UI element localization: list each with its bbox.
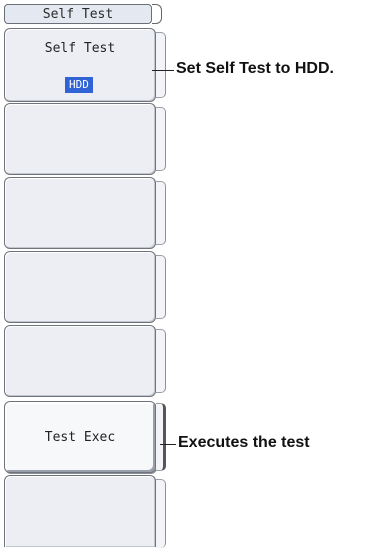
self-test-callout-line	[152, 70, 174, 71]
softkey-blank-7[interactable]	[4, 475, 156, 547]
softkey-blank-2[interactable]	[4, 103, 156, 175]
softkey-self-test-edge	[156, 32, 166, 98]
self-test-value-hdd: HDD	[65, 77, 93, 93]
softkey-blank-2-edge	[156, 107, 166, 171]
test-exec-button[interactable]: Test Exec	[4, 401, 156, 473]
self-test-callout: Set Self Test to HDD.	[176, 60, 334, 77]
test-exec-edge	[156, 403, 166, 471]
test-exec-callout: Executes the test	[178, 434, 310, 451]
softkey-blank-5[interactable]	[4, 325, 156, 397]
softkey-self-test[interactable]: Self Test HDD	[4, 28, 156, 102]
menu-title: Self Test	[4, 4, 152, 24]
test-exec-callout-line	[160, 444, 176, 445]
softkey-blank-5-edge	[156, 329, 166, 393]
test-exec-label: Test Exec	[44, 430, 116, 445]
menu-title-label: Self Test	[42, 6, 114, 22]
menu-title-tab	[152, 4, 162, 24]
softkey-blank-4[interactable]	[4, 251, 156, 323]
softkey-blank-7-edge	[156, 479, 166, 548]
softkey-blank-3[interactable]	[4, 177, 156, 249]
softkey-blank-3-edge	[156, 181, 166, 245]
softkey-self-test-label: Self Test	[44, 41, 116, 56]
softkey-blank-4-edge	[156, 255, 166, 319]
